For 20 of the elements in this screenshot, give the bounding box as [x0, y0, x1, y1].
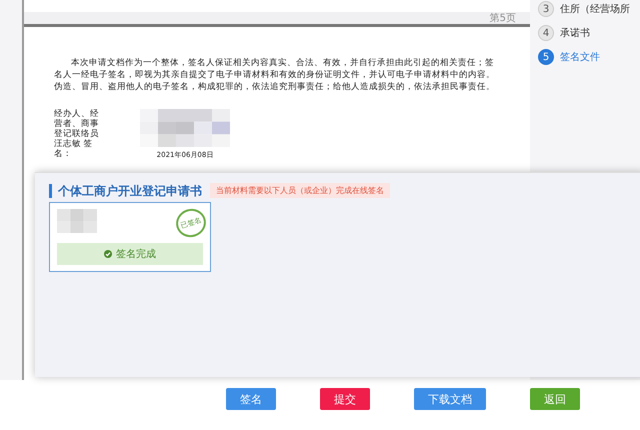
page-number: 第5页 [490, 12, 516, 25]
notice-tag: 当前材料需要以下人员（或企业）完成在线签名 [210, 183, 390, 198]
step-label: 签名文件 [560, 50, 600, 64]
signer-label: 经办人、经营者、商事登记联络员汪志敏 签名： [54, 109, 100, 161]
action-button[interactable]: 签名 [226, 388, 276, 410]
action-button[interactable]: 提交 [320, 388, 370, 410]
check-circle-icon [104, 250, 112, 258]
step-label: 住所（经营场所 [560, 2, 630, 16]
action-button[interactable]: 下载文档 [414, 388, 486, 410]
declaration-text: 本次申请文档作为一个整体，签名人保证相关内容真实、合法、有效，并自行承担由此引起的相关责任；签名人一经电子签名，即视为其亲自提交了电子申请材料和有效的身份证明文件，并认可电子申请材料中的内容。伪造、冒用、盗用他人的电子签名，构成犯罪的，依法追究刑事责任；给他人造成损失的，依法承担民事责任。 [54, 57, 496, 93]
step-item[interactable]: 3 住所（经营场所 [538, 0, 640, 18]
step-item[interactable]: 4 承诺书 [538, 24, 640, 42]
step-item[interactable]: 5 签名文件 [538, 48, 640, 66]
step-number: 5 [538, 49, 554, 65]
step-number: 3 [538, 1, 554, 17]
sign-status: 签名完成 [57, 243, 203, 265]
action-button[interactable]: 返回 [530, 388, 580, 410]
step-label: 承诺书 [560, 26, 590, 40]
panel-title: 个体工商户开业登记申请书 [49, 184, 202, 198]
step-number: 4 [538, 25, 554, 41]
